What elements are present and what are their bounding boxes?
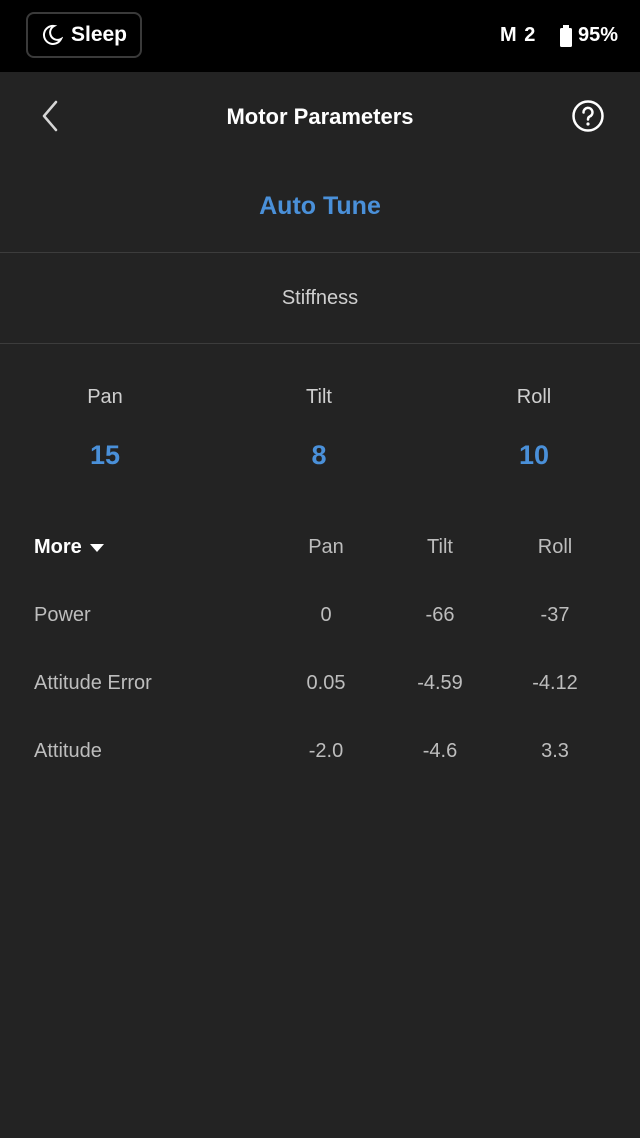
row-label-power: Power <box>34 604 91 626</box>
stiffness-tilt-label: Tilt <box>306 386 332 408</box>
sleep-button[interactable]: Sleep <box>26 12 142 58</box>
page-title: Motor Parameters <box>226 104 414 129</box>
attitude-pan-value: -2.0 <box>308 740 344 762</box>
moon-icon <box>41 24 63 46</box>
column-header-roll: Roll <box>537 536 573 558</box>
stiffness-pan-value[interactable]: 15 <box>35 440 175 471</box>
more-label: More <box>34 536 82 558</box>
power-pan-value: 0 <box>320 604 332 626</box>
battery-percent: 95% <box>578 24 619 46</box>
more-toggle[interactable]: More <box>34 536 104 559</box>
column-header-tilt: Tilt <box>427 536 453 558</box>
battery-icon <box>560 24 572 47</box>
stiffness-tilt-value[interactable]: 8 <box>249 440 389 471</box>
caret-down-icon <box>89 536 104 559</box>
nav-bar: Motor Parameters <box>0 72 640 164</box>
power-tilt-value: -66 <box>425 604 455 626</box>
stiffness-pan-label: Pan <box>87 386 123 408</box>
question-circle-icon <box>571 99 605 138</box>
attitude-error-roll-value: -4.12 <box>532 672 578 694</box>
stiffness-roll-label: Roll <box>516 386 552 408</box>
battery-indicator: 95% <box>560 24 618 47</box>
divider <box>0 252 640 253</box>
attitude-error-tilt-value: -4.59 <box>417 672 463 694</box>
attitude-tilt-value: -4.6 <box>422 740 458 762</box>
help-button[interactable] <box>568 98 608 138</box>
sleep-label: Sleep <box>70 23 128 46</box>
auto-tune-button[interactable]: Auto Tune <box>0 192 640 221</box>
stiffness-label: Stiffness <box>281 287 359 309</box>
attitude-roll-value: 3.3 <box>541 740 569 762</box>
attitude-error-pan-value: 0.05 <box>306 672 346 694</box>
status-bar: Sleep M 2 95% <box>0 0 640 72</box>
stiffness-roll-value[interactable]: 10 <box>464 440 604 471</box>
row-label-attitude-error: Attitude Error <box>34 672 152 694</box>
power-roll-value: -37 <box>540 604 570 626</box>
row-label-attitude: Attitude <box>34 740 102 762</box>
divider <box>0 343 640 344</box>
column-header-pan: Pan <box>308 536 344 558</box>
mode-indicator: M 2 <box>500 24 537 46</box>
